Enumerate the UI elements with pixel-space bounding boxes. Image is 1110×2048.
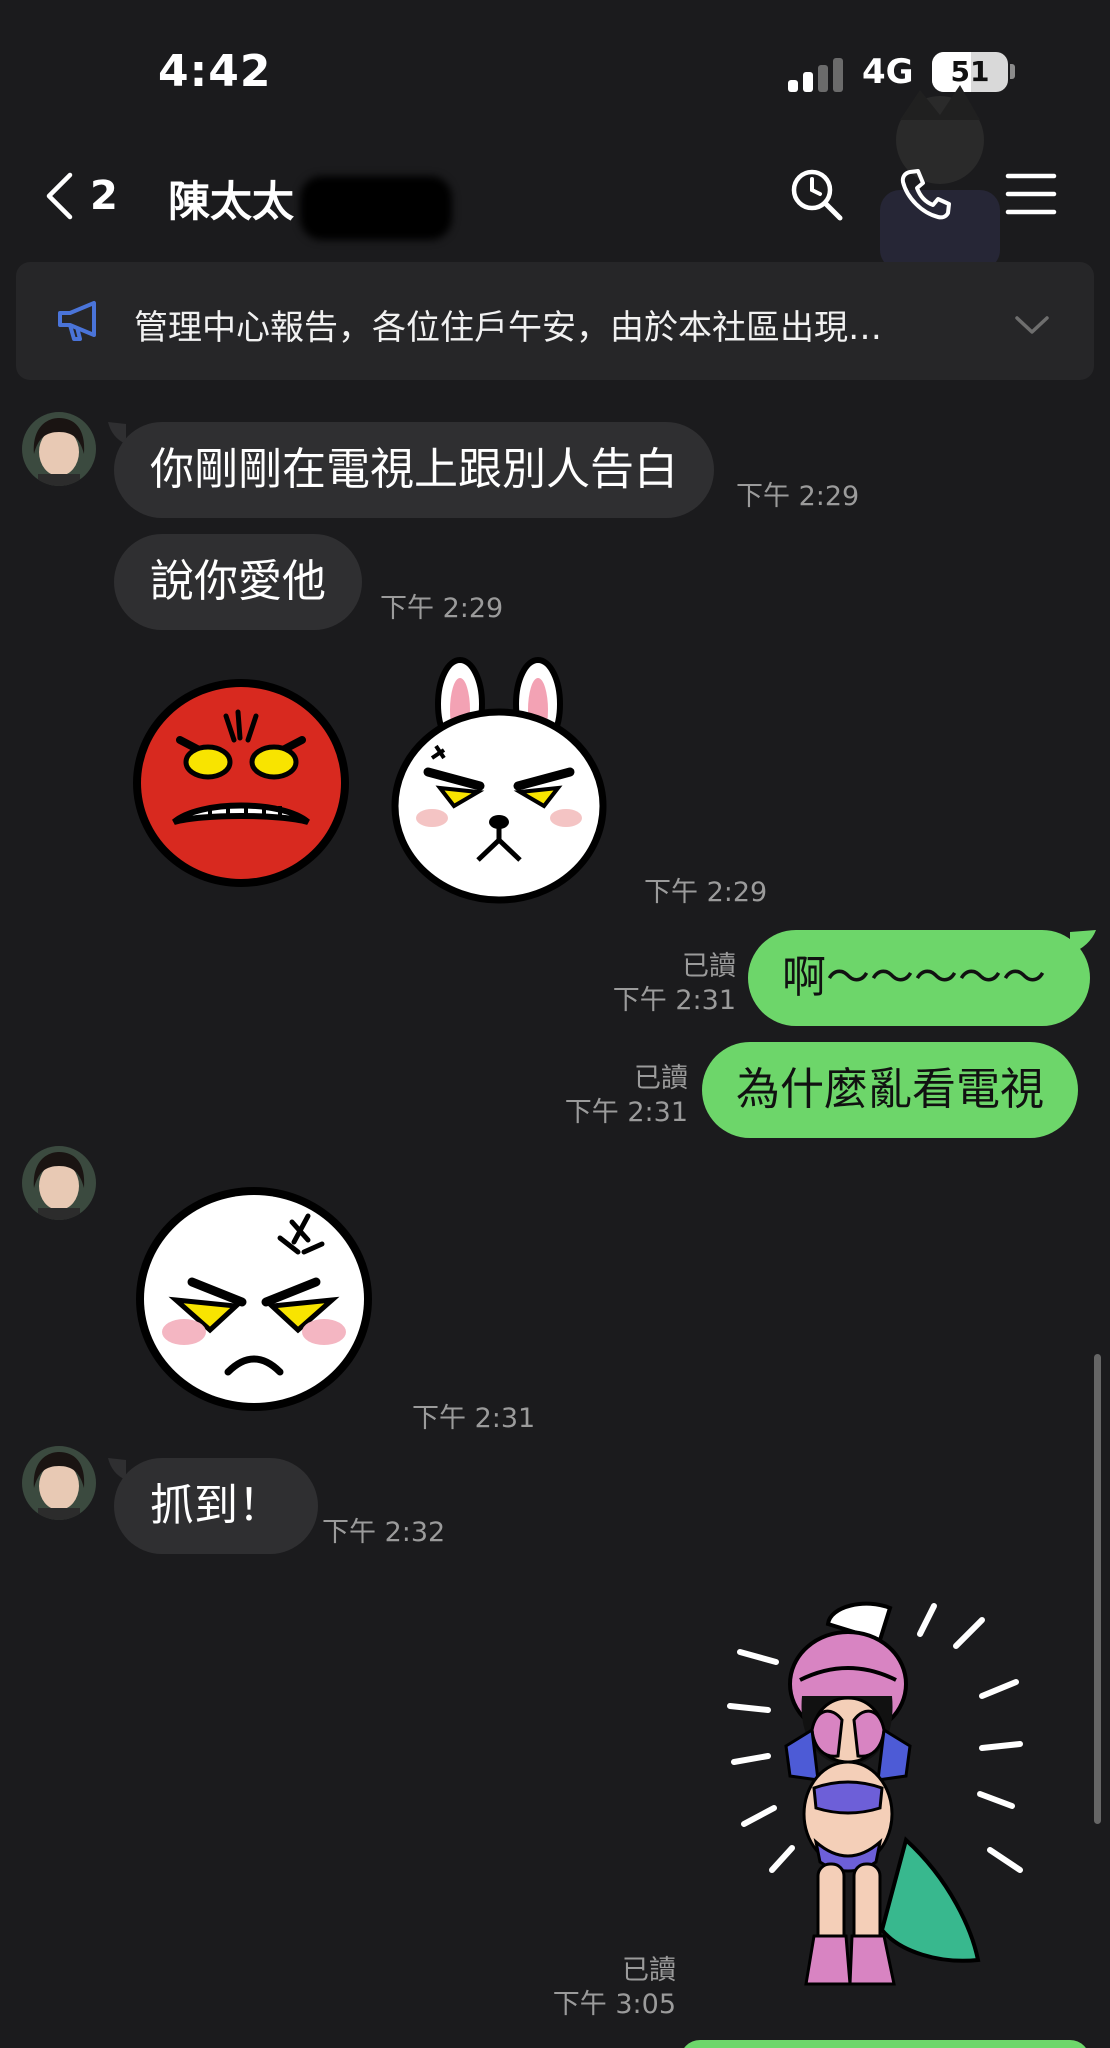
crying-girl-armor-sticker[interactable] — [720, 1580, 1060, 2010]
message-time: 下午 2:29 — [380, 593, 504, 624]
phone-icon[interactable] — [898, 166, 954, 222]
bubble-tail — [1070, 930, 1096, 954]
read-receipt: 已讀 — [622, 1955, 676, 1986]
message-time: 下午 2:31 — [564, 1097, 688, 1128]
avatar-image — [22, 1146, 96, 1220]
chevron-down-icon[interactable] — [1014, 314, 1050, 336]
redacted-name — [300, 176, 452, 240]
message-time: 下午 2:32 — [322, 1517, 446, 1548]
message-bubble-outgoing-partial[interactable] — [680, 2040, 1090, 2048]
unread-count: 2 — [90, 173, 118, 219]
chevron-left-icon — [46, 172, 73, 220]
signal-strength-icon — [788, 58, 846, 92]
avatar-image — [22, 1446, 96, 1520]
scrollbar[interactable] — [1094, 1354, 1101, 1824]
message-time: 下午 2:31 — [412, 1403, 536, 1434]
message-time: 下午 2:31 — [612, 985, 736, 1016]
angry-rabbit-sticker[interactable] — [388, 657, 610, 904]
back-button[interactable]: 2 — [44, 168, 124, 224]
avatar-image — [22, 412, 96, 486]
angry-red-face-sticker[interactable] — [130, 676, 352, 890]
contact-avatar[interactable] — [22, 1146, 96, 1220]
read-receipt: 已讀 — [634, 1063, 688, 1094]
status-time: 4:42 — [158, 46, 272, 97]
angry-white-face-sticker[interactable] — [132, 1182, 376, 1416]
chat-title[interactable]: 陳太太 — [168, 168, 294, 229]
menu-icon[interactable] — [1004, 166, 1060, 222]
message-bubble-outgoing[interactable]: 為什麼亂看電視 — [702, 1042, 1078, 1138]
contact-avatar[interactable] — [22, 1446, 96, 1520]
megaphone-icon — [58, 301, 96, 341]
message-time: 下午 2:29 — [736, 481, 860, 512]
message-bubble-incoming[interactable]: 說你愛他 — [114, 534, 362, 630]
contact-avatar[interactable] — [22, 412, 96, 486]
message-bubble-incoming[interactable]: 抓到！ — [114, 1458, 318, 1554]
message-time: 下午 2:29 — [644, 877, 768, 908]
message-bubble-incoming[interactable]: 你剛剛在電視上跟別人告白 — [114, 422, 714, 518]
search-icon[interactable] — [788, 166, 844, 222]
message-bubble-outgoing[interactable]: 啊～～～～～ — [748, 930, 1090, 1026]
message-time: 下午 3:05 — [552, 1989, 676, 2020]
read-receipt: 已讀 — [682, 951, 736, 982]
announcement-text: 管理中心報告，各位住戶午安，由於本社區出現… — [134, 308, 882, 348]
